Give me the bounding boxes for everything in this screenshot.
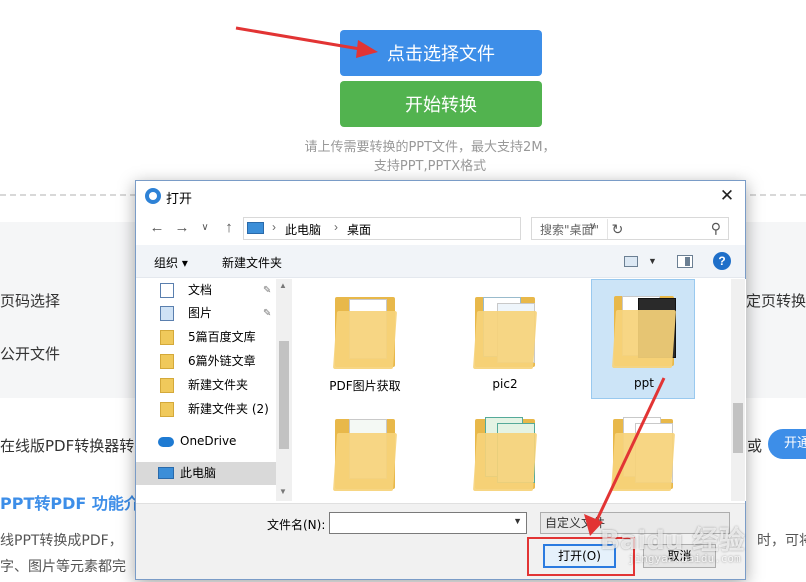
document-icon [160,283,174,298]
folder-front [611,310,677,368]
folder-front [332,433,398,491]
description-right1: 时， [757,533,785,549]
path-root[interactable]: 此电脑 [285,221,321,238]
sidebar-item-folder[interactable]: 新建文件夹 [160,374,276,397]
sidebar-item-pictures[interactable]: 图片 ✎ [160,302,276,325]
sidebar-item-label: 图片 [188,306,213,320]
folder-tile[interactable]: PDF图片获取 [313,281,417,401]
upload-zone: 点击选择文件 开始转换 请上传需要转换的PPT文件，最大支持2M， 支持PPT,… [0,0,806,196]
scroll-down-icon[interactable]: ▼ [279,487,287,496]
description-right2: 可将 [785,533,806,549]
folder-front [472,433,538,491]
start-convert-button[interactable]: 开始转换 [340,81,542,127]
sidebar-item-label: 此电脑 [180,466,217,480]
public-file-label: 公开文件 [0,345,61,363]
select-file-button[interactable]: 点击选择文件 [340,30,542,76]
sidebar-item-label: OneDrive [180,434,237,448]
chevron-right-icon: › [334,220,338,234]
chevron-down-icon[interactable]: ▼ [648,256,666,272]
dialog-toolbar: 组织 ▾ 新建文件夹 ▼ ? [136,245,745,278]
close-icon[interactable]: ✕ [712,183,742,209]
sidebar-item-documents[interactable]: 文档 ✎ [160,279,276,302]
sidebar-item-onedrive[interactable]: OneDrive [158,430,274,453]
description-line1: 线PPT转换成PDF， [0,533,123,549]
recent-locations-icon[interactable]: ∨ [196,219,214,237]
description-line2: 字、图片等元素都完 [0,559,126,575]
folder-front [472,311,538,369]
folder-icon [160,330,174,345]
activate-button[interactable]: 开通 [768,429,806,459]
computer-icon [247,222,264,234]
pin-icon: ✎ [263,285,272,296]
path-leaf[interactable]: 桌面 [347,221,371,238]
upload-hint-line2: 支持PPT,PPTX格式 [373,159,487,174]
sidebar-item-label: 文档 [188,283,213,297]
organize-menu[interactable]: 组织 ▾ [154,254,188,271]
file-list: PDF图片获取 pic2 ppt [293,279,746,501]
navigation-bar: ← → ∨ ↑ › 此电脑 › 桌面 ∨ ↻ 搜索"桌面" ⚲ [136,211,745,245]
sidebar-item-label: 6篇外链文章 [188,354,256,368]
back-arrow-icon[interactable]: ← [148,219,166,237]
folder-tile[interactable]: pic2 [453,281,557,401]
folder-front [332,311,398,369]
sidebar-item-folder[interactable]: 6篇外链文章 [160,350,276,373]
filename-input[interactable]: ▼ [329,512,527,534]
cloud-icon [158,437,174,447]
search-icon: ⚲ [710,220,721,236]
folder-tile[interactable] [313,403,417,501]
folder-icon [160,354,174,369]
file-label: PDF图片获取 [329,379,401,393]
search-placeholder: 搜索"桌面" [540,223,600,237]
online-converter-text: 在线版PDF转换器转 [0,437,135,455]
feature-title: PPT转PDF 功能介 [0,494,140,513]
upload-hint: 请上传需要转换的PPT文件，最大支持2M， 支持PPT,PPTX格式 [280,138,580,176]
new-folder-button[interactable]: 新建文件夹 [222,254,282,271]
watermark-url: jingyan.baidu.com [628,552,741,565]
file-label: pic2 [492,377,518,391]
pictures-icon [160,306,174,321]
address-bar[interactable]: › 此电脑 › 桌面 ∨ ↻ [243,217,623,240]
view-mode-icon[interactable] [624,256,638,267]
sidebar-item-label: 新建文件夹 (2) [188,402,269,416]
folder-tile-selected[interactable]: ppt [591,279,695,399]
help-icon[interactable]: ? [713,252,731,270]
scroll-up-icon[interactable]: ▲ [279,281,287,290]
or-text: 或 [747,437,763,455]
folder-tile[interactable] [591,403,695,501]
page-select-label: 页码选择 [0,292,61,310]
chevron-down-icon[interactable]: ▼ [513,516,522,526]
folder-front [610,433,676,491]
search-input[interactable]: 搜索"桌面" ⚲ [531,217,729,240]
sidebar-scrollbar[interactable]: ▲ ▼ [276,279,292,501]
folder-icon [160,402,174,417]
forward-arrow-icon[interactable]: → [173,219,191,237]
file-list-scrollbar[interactable] [731,279,745,501]
folder-icon [160,378,174,393]
dialog-titlebar: 打开 ✕ [136,181,745,211]
sidebar-item-folder[interactable]: 新建文件夹 (2) [160,398,276,421]
folder-tile[interactable] [453,403,557,501]
computer-icon [158,467,174,479]
specify-page-label: 定页转换 [746,292,806,310]
navigation-pane: 文档 ✎ 图片 ✎ 5篇百度文库 6篇外链文章 新建文件夹 新建文件夹 (2) … [136,279,292,501]
preview-pane-icon[interactable] [677,255,693,268]
sidebar-item-label: 5篇百度文库 [188,330,256,344]
scrollbar-thumb[interactable] [733,403,743,453]
up-arrow-icon[interactable]: ↑ [220,219,238,237]
file-label: ppt [634,376,654,390]
sidebar-item-folder[interactable]: 5篇百度文库 [160,326,276,349]
filename-label: 文件名(N): [267,518,326,532]
dialog-title: 打开 [166,192,193,207]
scrollbar-thumb[interactable] [279,341,289,449]
sidebar-item-label: 新建文件夹 [188,378,249,392]
app-icon [145,188,161,204]
sidebar-item-this-pc[interactable]: 此电脑 [158,462,274,485]
chevron-right-icon: › [272,220,276,234]
upload-hint-line1: 请上传需要转换的PPT文件，最大支持2M， [304,140,556,155]
pin-icon: ✎ [263,308,272,319]
